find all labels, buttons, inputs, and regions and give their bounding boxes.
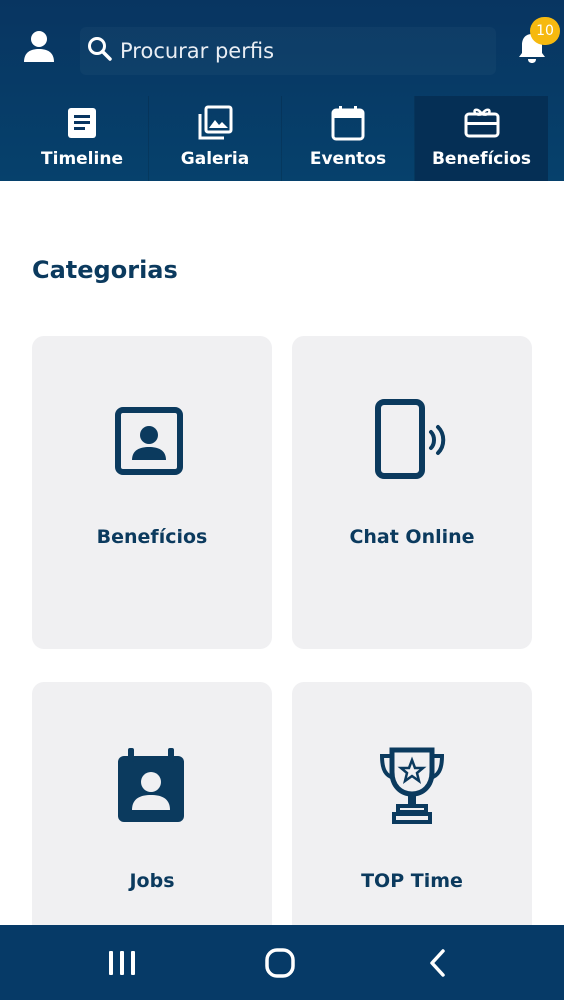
chevron-left-icon <box>430 949 445 977</box>
article-icon <box>68 108 96 138</box>
tab-label: Timeline <box>41 149 123 169</box>
search-bar[interactable] <box>80 27 496 75</box>
home-button[interactable] <box>258 941 302 985</box>
calendar-icon <box>331 106 365 141</box>
tab-label: Eventos <box>309 149 387 169</box>
contact-calendar-icon <box>118 748 184 822</box>
recent-apps-button[interactable] <box>100 941 144 985</box>
tab-beneficios[interactable]: Benefícios <box>415 96 548 181</box>
recent-apps-icon <box>109 951 135 975</box>
tab-label: Benefícios <box>431 149 532 169</box>
profile-button[interactable] <box>20 28 58 66</box>
category-card-chat-online[interactable]: Chat Online <box>292 336 532 649</box>
category-label: Jobs <box>129 870 175 892</box>
gallery-icon <box>198 105 233 140</box>
notification-count-badge: 10 <box>530 17 560 45</box>
tab-eventos[interactable]: Eventos <box>282 96 415 181</box>
trophy-icon <box>379 747 445 824</box>
home-circle-icon <box>265 948 295 978</box>
category-card-top-time[interactable]: TOP Time <box>292 682 532 942</box>
page-title: Categorias <box>32 256 178 284</box>
back-button[interactable] <box>416 941 460 985</box>
category-label: Chat Online <box>349 526 475 548</box>
tab-timeline[interactable]: Timeline <box>16 96 149 181</box>
system-navigation-bar <box>0 925 564 1000</box>
header-top-row: 10 <box>0 0 564 96</box>
category-label: TOP Time <box>361 870 463 892</box>
user-icon <box>24 31 54 62</box>
search-input[interactable] <box>120 33 480 69</box>
phone-ringing-icon <box>375 399 446 479</box>
tab-bar: Timeline Galeria Eventos Benefícios <box>16 96 548 181</box>
tab-galeria[interactable]: Galeria <box>149 96 282 181</box>
app-header: 10 Timeline Galeria <box>0 0 564 181</box>
gift-card-icon <box>464 108 499 138</box>
category-card-jobs[interactable]: Jobs <box>32 682 272 942</box>
category-label: Benefícios <box>96 526 208 548</box>
category-card-beneficios[interactable]: Benefícios <box>32 336 272 649</box>
search-icon <box>88 37 112 61</box>
portrait-icon <box>115 407 183 475</box>
tab-label: Galeria <box>180 149 250 169</box>
